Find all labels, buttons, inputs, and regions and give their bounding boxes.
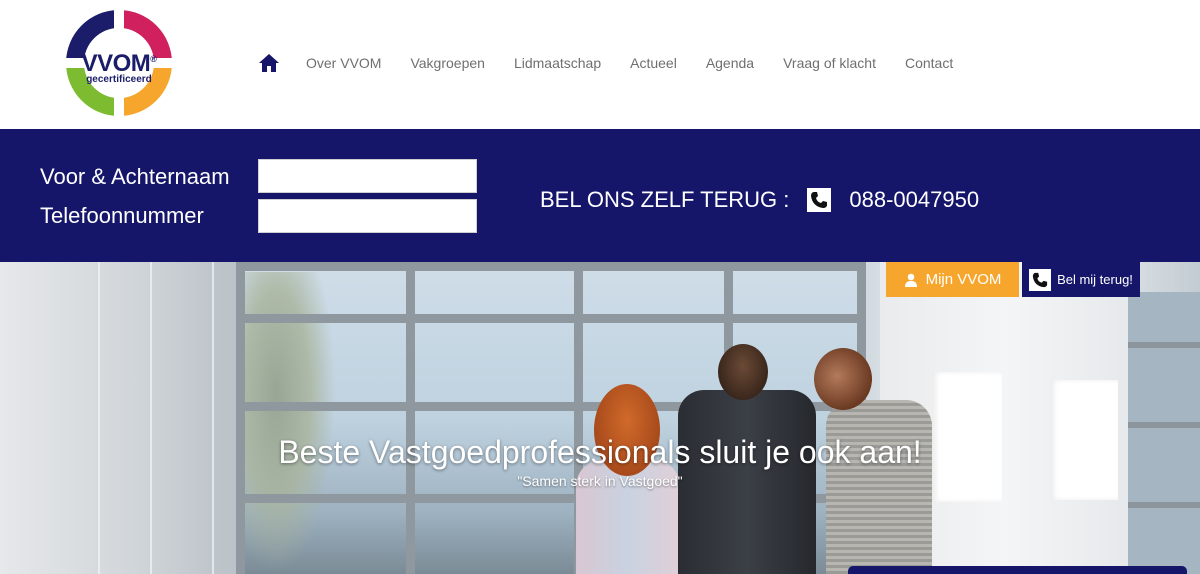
call-us-number[interactable]: 088-0047950 <box>849 187 979 213</box>
phone-label: Telefoonnummer <box>40 203 204 228</box>
logo-tagline: gecertificeerd <box>86 74 152 85</box>
nav-item-vraag-of-klacht[interactable]: Vraag of klacht <box>783 55 876 71</box>
nav-item-over-vvom[interactable]: Over VVOM <box>306 55 381 71</box>
nav-item-vakgroepen[interactable]: Vakgroepen <box>410 55 484 71</box>
hero-banner: Beste Vastgoedprofessionals sluit je ook… <box>0 262 1200 574</box>
mijn-vvom-button[interactable]: Mijn VVOM <box>886 262 1019 297</box>
main-nav: Over VVOM Vakgroepen Lidmaatschap Actuee… <box>258 50 982 76</box>
site-header: VVOM® gecertificeerd Over VVOM Vakgroepe… <box>0 0 1200 129</box>
bel-mij-terug-button[interactable]: Bel mij terug! <box>1022 262 1140 297</box>
name-input[interactable] <box>258 159 477 193</box>
hero-left-wall <box>0 262 228 574</box>
vvom-logo[interactable]: VVOM® gecertificeerd <box>62 6 176 120</box>
name-label: Voor & Achternaam <box>40 164 230 189</box>
mijn-vvom-label: Mijn VVOM <box>925 271 1002 288</box>
callback-bar: Voor & Achternaam Telefoonnummer BEL ONS… <box>0 129 1200 262</box>
hero-right-window <box>1128 292 1200 574</box>
phone-input[interactable] <box>258 199 477 233</box>
page: VVOM® gecertificeerd Over VVOM Vakgroepe… <box>0 0 1200 574</box>
call-us-text: BEL ONS ZELF TERUG : <box>540 187 790 212</box>
nav-item-actueel[interactable]: Actueel <box>630 55 677 71</box>
bel-mij-terug-label: Bel mij terug! <box>1057 272 1133 287</box>
nav-item-agenda[interactable]: Agenda <box>706 55 754 71</box>
hero-subtitle: "Samen sterk in Vastgoed" <box>517 473 683 489</box>
bottom-panel-edge <box>848 566 1187 574</box>
logo-reg-mark: ® <box>150 54 157 64</box>
call-us-info: BEL ONS ZELF TERUG : 088-0047950 <box>540 187 979 213</box>
nav-item-contact[interactable]: Contact <box>905 55 953 71</box>
hero-title: Beste Vastgoedprofessionals sluit je ook… <box>278 434 922 470</box>
nav-item-lidmaatschap[interactable]: Lidmaatschap <box>514 55 601 71</box>
home-icon[interactable] <box>258 52 280 74</box>
user-icon <box>904 273 918 287</box>
phone-icon <box>807 188 832 212</box>
phone-icon <box>1029 268 1052 291</box>
